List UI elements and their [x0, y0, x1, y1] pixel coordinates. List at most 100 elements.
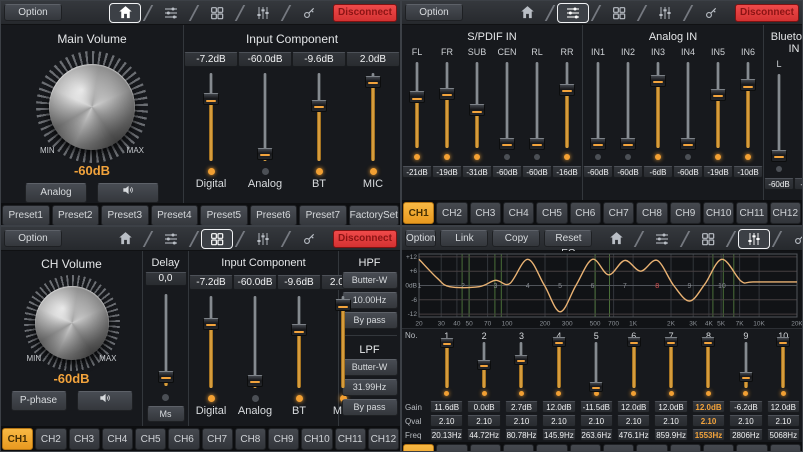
input-level-slider[interactable]: [771, 74, 787, 160]
channel-tab-ch5[interactable]: CH5: [135, 428, 166, 450]
slider-thumb[interactable]: [158, 371, 174, 383]
link-button[interactable]: Link: [440, 230, 488, 247]
main-volume-knob[interactable]: MIN MAX: [36, 51, 148, 163]
input-level-slider[interactable]: [740, 62, 756, 148]
eq-qval-value[interactable]: 2.10: [542, 415, 575, 427]
eq-freq-value[interactable]: 859.9Hz: [654, 429, 687, 441]
input-level-slider[interactable]: [335, 296, 351, 388]
slider-thumb[interactable]: [776, 337, 790, 347]
channel-tab-ch10[interactable]: CH10: [301, 428, 332, 450]
channel-tab-ch10[interactable]: CH10: [703, 202, 734, 224]
eq-qval-value[interactable]: 2.10: [580, 415, 613, 427]
eq-gain-value[interactable]: 12.0dB: [617, 401, 650, 413]
grid-tab[interactable]: [201, 3, 233, 23]
slider-thumb[interactable]: [499, 138, 515, 150]
slider-thumb[interactable]: [590, 138, 606, 150]
slider-thumb[interactable]: [739, 372, 753, 382]
key-tab[interactable]: [293, 3, 325, 23]
slider-thumb[interactable]: [552, 337, 566, 347]
home-tab[interactable]: [511, 3, 543, 23]
delay-unit-button[interactable]: Ms: [147, 406, 185, 422]
eq-freq-value[interactable]: 44.72Hz: [467, 429, 500, 441]
eq-freq-value[interactable]: 1553Hz: [692, 429, 725, 441]
input-level-slider[interactable]: [203, 73, 219, 161]
option-button[interactable]: Option: [4, 230, 62, 247]
grid-tab[interactable]: [603, 3, 635, 23]
input-level-slider[interactable]: [291, 296, 307, 388]
channel-tab-ch8[interactable]: CH8: [636, 202, 667, 224]
slider-thumb[interactable]: [559, 84, 575, 96]
eq-gain-slider[interactable]: [775, 342, 791, 388]
channel-tab-ch6[interactable]: CH6: [570, 202, 601, 224]
preset-button-preset3[interactable]: Preset3: [101, 205, 149, 226]
option-button[interactable]: Option: [4, 4, 62, 21]
key-tab[interactable]: [695, 3, 727, 23]
faders-tab[interactable]: [247, 3, 279, 23]
disconnect-button[interactable]: Disconnect: [333, 4, 397, 22]
eq-qval-value[interactable]: 2.10: [617, 415, 650, 427]
slider-thumb[interactable]: [680, 138, 696, 150]
channel-tab-ch11[interactable]: CH11: [335, 428, 366, 450]
channel-tab-ch3[interactable]: CH3: [470, 202, 501, 224]
input-level-slider[interactable]: [439, 62, 455, 148]
input-level-slider[interactable]: [499, 62, 515, 148]
p-phase-button[interactable]: P-phase: [11, 391, 67, 411]
channel-tab-ch1[interactable]: CH1: [2, 428, 33, 450]
channel-tab-ch1[interactable]: CH1: [403, 444, 434, 452]
copy-button[interactable]: Copy: [492, 230, 540, 247]
preset-button-preset4[interactable]: Preset4: [151, 205, 199, 226]
home-tab[interactable]: [600, 229, 632, 249]
eq-gain-value[interactable]: 2.7dB: [505, 401, 538, 413]
input-level-slider[interactable]: [710, 62, 726, 148]
grid-tab[interactable]: [692, 229, 724, 249]
eq-gain-slider[interactable]: [738, 342, 754, 388]
preset-button-preset7[interactable]: Preset7: [299, 205, 347, 226]
eq-freq-value[interactable]: 2806Hz: [729, 429, 762, 441]
slider-thumb[interactable]: [247, 375, 263, 387]
input-level-slider[interactable]: [620, 62, 636, 148]
slider-thumb[interactable]: [365, 76, 381, 88]
eq-gain-value[interactable]: -6.2dB: [729, 401, 762, 413]
channel-tab-ch4[interactable]: CH4: [102, 428, 133, 450]
disconnect-button[interactable]: Disconnect: [333, 230, 397, 248]
eq-graph[interactable]: +12+60dB-6-1220304050701002003005007001K…: [402, 251, 802, 329]
channel-tab-ch8[interactable]: CH8: [636, 444, 667, 452]
input-level-slider[interactable]: [650, 62, 666, 148]
slider-thumb[interactable]: [477, 360, 491, 370]
eq-gain-value[interactable]: 12.0dB: [692, 401, 725, 413]
mute-button[interactable]: [77, 391, 133, 411]
input-level-slider[interactable]: [247, 296, 263, 388]
eq-gain-value[interactable]: 12.0dB: [654, 401, 687, 413]
input-level-slider[interactable]: [680, 62, 696, 148]
channel-tab-ch10[interactable]: CH10: [703, 444, 734, 452]
mixer-tab[interactable]: [646, 229, 678, 249]
slider-thumb[interactable]: [650, 75, 666, 87]
slider-thumb[interactable]: [203, 318, 219, 330]
channel-tab-ch12[interactable]: CH12: [770, 202, 801, 224]
slider-thumb[interactable]: [291, 324, 307, 336]
faders-tab[interactable]: [738, 229, 770, 249]
eq-freq-value[interactable]: 80.78Hz: [505, 429, 538, 441]
channel-tab-ch9[interactable]: CH9: [670, 444, 701, 452]
channel-tab-ch5[interactable]: CH5: [536, 202, 567, 224]
key-tab[interactable]: [784, 229, 803, 249]
eq-gain-value[interactable]: 0.0dB: [467, 401, 500, 413]
eq-gain-value[interactable]: -11.5dB: [580, 401, 613, 413]
channel-tab-ch7[interactable]: CH7: [603, 444, 634, 452]
eq-gain-slider[interactable]: [626, 342, 642, 388]
option-button[interactable]: Option: [405, 230, 436, 247]
channel-tab-ch4[interactable]: CH4: [503, 202, 534, 224]
eq-gain-slider[interactable]: [700, 342, 716, 388]
faders-tab[interactable]: [247, 229, 279, 249]
preset-button-preset6[interactable]: Preset6: [250, 205, 298, 226]
slider-thumb[interactable]: [203, 93, 219, 105]
reset-eq-button[interactable]: Reset EQ: [544, 230, 592, 247]
eq-qval-value[interactable]: 2.10: [767, 415, 800, 427]
channel-tab-ch12[interactable]: CH12: [368, 428, 399, 450]
channel-tab-ch6[interactable]: CH6: [570, 444, 601, 452]
eq-gain-slider[interactable]: [551, 342, 567, 388]
channel-tab-ch8[interactable]: CH8: [235, 428, 266, 450]
slider-thumb[interactable]: [335, 299, 351, 311]
preset-button-preset2[interactable]: Preset2: [52, 205, 100, 226]
eq-freq-value[interactable]: 20.13Hz: [430, 429, 463, 441]
